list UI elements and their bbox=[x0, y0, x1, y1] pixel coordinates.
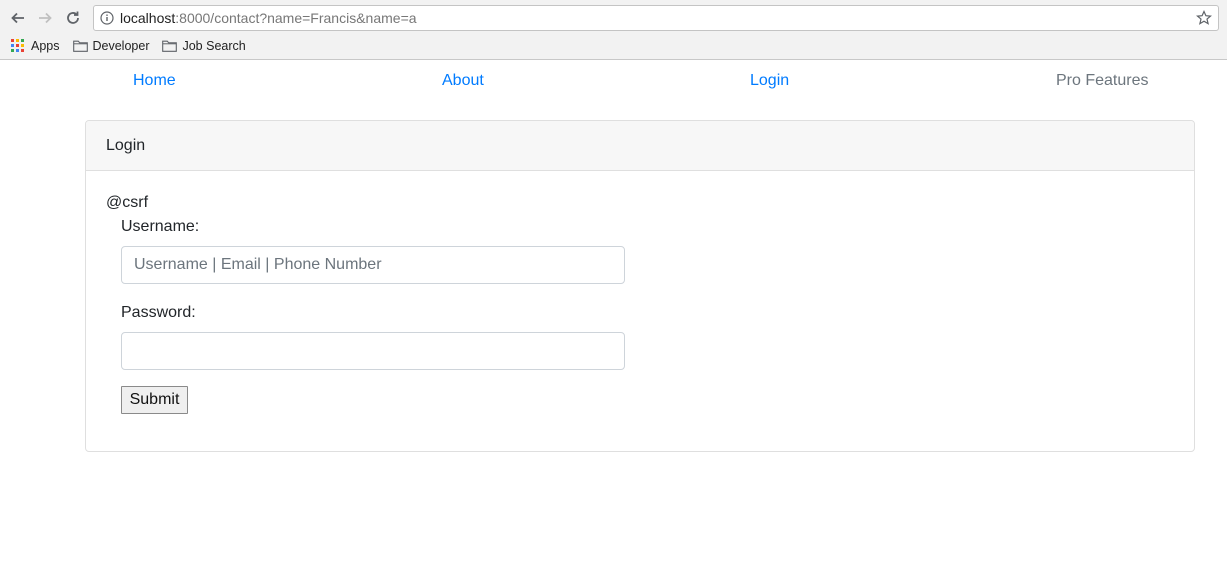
apps-grid-icon bbox=[11, 39, 25, 53]
address-bar[interactable]: localhost:8000/contact?name=Francis&name… bbox=[93, 5, 1219, 31]
nav-about-link[interactable]: About bbox=[442, 72, 484, 90]
bookmark-label: Developer bbox=[92, 39, 150, 53]
nav-pro-features-link[interactable]: Pro Features bbox=[1056, 72, 1148, 90]
forward-button[interactable] bbox=[35, 8, 55, 28]
card-title: Login bbox=[86, 121, 1194, 171]
reload-icon bbox=[67, 11, 79, 24]
nav-home-link[interactable]: Home bbox=[133, 72, 176, 90]
url-text: localhost:8000/contact?name=Francis&name… bbox=[120, 10, 417, 26]
bookmarks-bar: Apps Developer Job Search bbox=[0, 36, 1227, 56]
back-button[interactable] bbox=[8, 8, 28, 28]
bookmark-label: Apps bbox=[31, 39, 60, 53]
csrf-text: @csrf bbox=[106, 194, 149, 211]
browser-chrome: localhost:8000/contact?name=Francis&name… bbox=[0, 0, 1227, 60]
arrow-left-icon bbox=[11, 12, 24, 24]
bookmark-label: Job Search bbox=[182, 39, 246, 53]
site-nav: Home About Login Pro Features bbox=[0, 60, 1227, 102]
url-host: localhost bbox=[120, 10, 176, 26]
bookmark-star-icon[interactable] bbox=[1196, 10, 1212, 26]
bookmark-job-search[interactable]: Job Search bbox=[162, 39, 246, 53]
folder-icon bbox=[72, 40, 88, 52]
submit-button[interactable]: Submit bbox=[121, 386, 188, 414]
bookmark-apps[interactable]: Apps bbox=[11, 39, 60, 53]
nav-login-link[interactable]: Login bbox=[750, 72, 789, 90]
password-label: Password: bbox=[121, 304, 196, 321]
username-label: Username: bbox=[121, 218, 200, 235]
url-path: :8000/contact?name=Francis&name=a bbox=[175, 10, 417, 26]
password-input[interactable] bbox=[121, 332, 625, 370]
info-icon[interactable] bbox=[100, 11, 114, 25]
folder-icon bbox=[162, 40, 178, 52]
reload-button[interactable] bbox=[63, 8, 83, 28]
arrow-right-icon bbox=[39, 12, 52, 24]
bookmark-developer[interactable]: Developer bbox=[72, 39, 150, 53]
username-input[interactable] bbox=[121, 246, 625, 284]
login-card: Login @csrf Username: Password: Submit bbox=[85, 120, 1195, 452]
